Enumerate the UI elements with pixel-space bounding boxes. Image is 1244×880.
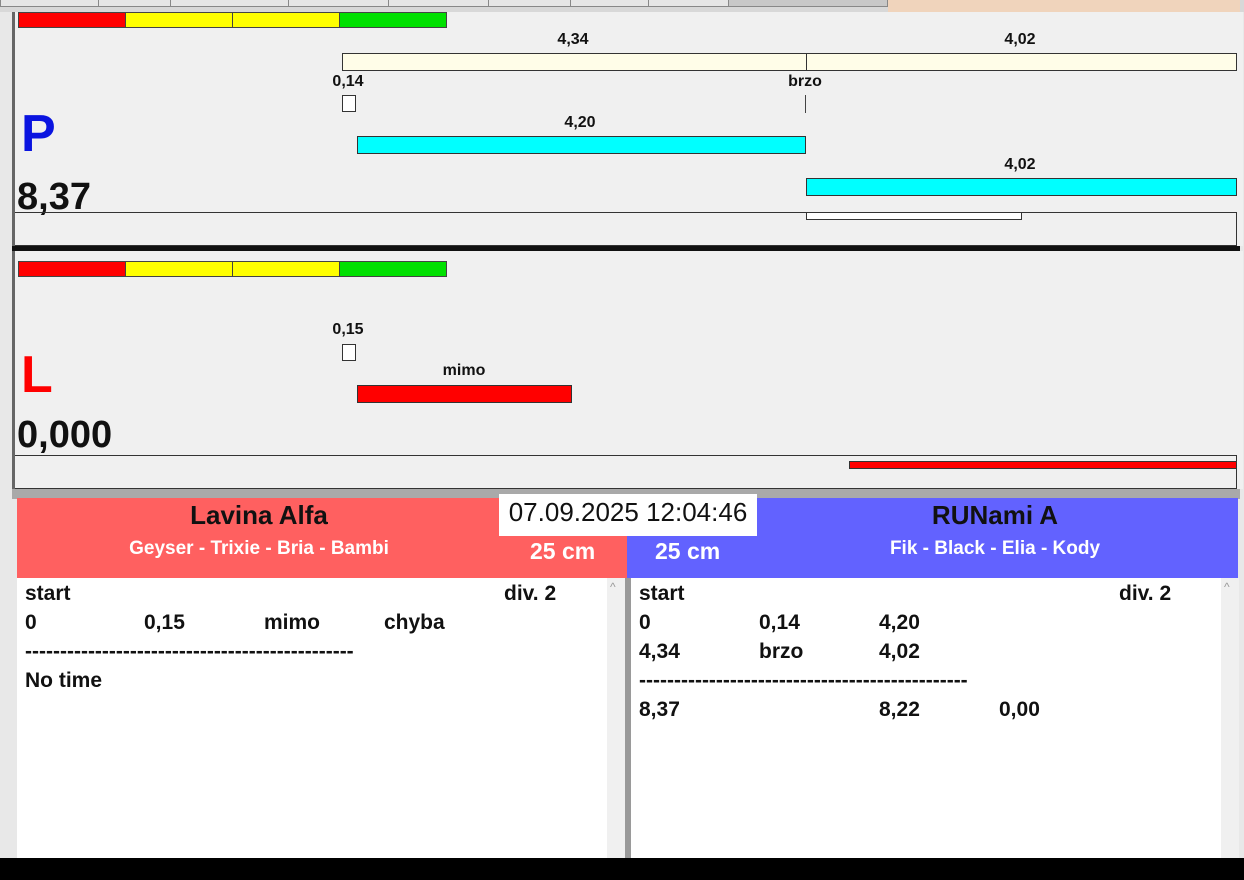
lane-l-track: 0,15 L mimo 0,000 (12, 251, 1243, 489)
team-right-results-panel: start div. 2 0 0,14 4,20 4,34 brzo 4,02 … (631, 578, 1221, 858)
left-row1-col1: 0 (25, 611, 37, 634)
left-start-label: start (25, 582, 71, 605)
lane-p-run-bar-2 (806, 178, 1237, 196)
clock-display: 07.09.2025 12:04:46 (499, 494, 757, 536)
lane-p-progress-fill (806, 212, 1022, 220)
right-total-col3: 8,22 (879, 698, 920, 721)
lane-l-progress-fill (849, 461, 1237, 469)
signal-yellow-light (125, 12, 233, 28)
right-row1-col2: 0,14 (759, 611, 800, 634)
toolbar-tab[interactable] (98, 0, 172, 7)
lane-p-start-marker (342, 95, 356, 112)
toolbar-tab[interactable] (570, 0, 650, 7)
left-row1-col3: mimo (264, 611, 321, 634)
right-row2-col1: 4,34 (639, 640, 680, 663)
team-right-height: 25 cm (655, 538, 721, 564)
team-left-height: 25 cm (530, 538, 596, 564)
toolbar-tab[interactable] (648, 0, 730, 7)
team-left-name: Lavina Alfa (190, 500, 328, 530)
right-row2-col2: brzo (759, 640, 804, 663)
lane-l-letter: L (21, 346, 53, 404)
right-total-col4: 0,00 (999, 698, 1040, 721)
left-division: div. 2 (504, 582, 557, 605)
right-start-label: start (639, 582, 685, 605)
lane-p-split-bar-1 (342, 53, 807, 71)
left-row1-col2: 0,15 (144, 611, 185, 634)
left-separator: ----------------------------------------… (25, 640, 354, 663)
lane-l-total-time: 0,000 (17, 414, 113, 456)
right-panel-scrollbar[interactable]: ^ (1221, 578, 1239, 858)
right-row1-col1: 0 (639, 611, 651, 634)
lane-p-split-right-label: 4,02 (1004, 31, 1036, 48)
signal-red-light (18, 12, 126, 28)
lane-p-total-time: 8,37 (17, 176, 91, 218)
team-right-name: RUNami A (931, 500, 1059, 530)
signal-yellow-light (125, 261, 233, 277)
left-panel-scrollbar[interactable]: ^ (607, 578, 625, 858)
toolbar-tab[interactable] (170, 0, 290, 7)
top-toolbar-strip (0, 0, 1244, 12)
right-total-col1: 8,37 (639, 698, 680, 721)
signal-green-light (339, 12, 447, 28)
lane-p-fast-label: brzo (788, 73, 822, 90)
lane-l-start-marker (342, 344, 356, 361)
signal-yellow-light (232, 261, 340, 277)
toolbar-tab[interactable] (388, 0, 490, 7)
lane-p-track: 4,34 4,02 0,14 brzo P 4,20 4,02 8,37 (12, 12, 1243, 246)
right-row2-col3: 4,02 (879, 640, 920, 663)
toolbar-tab[interactable] (728, 0, 888, 7)
lane-p-run-bar-1 (357, 136, 806, 154)
team-right-dogs: Fik - Black - Elia - Kody (889, 538, 1101, 559)
scroll-up-icon[interactable]: ^ (610, 580, 616, 594)
team-left-dogs: Geyser - Trixie - Bria - Bambi (129, 538, 389, 559)
right-separator: ----------------------------------------… (639, 669, 968, 692)
lane-l-miss-bar (357, 385, 572, 403)
toolbar-tab[interactable] (488, 0, 572, 7)
team-left-results-panel: start div. 2 0 0,15 mimo chyba ---------… (17, 578, 607, 858)
toolbar-tab[interactable] (0, 0, 100, 7)
toolbar-highlight (888, 0, 1240, 12)
lane-p-progress-track (15, 212, 1237, 246)
toolbar-tab[interactable] (288, 0, 390, 7)
left-row1-col4: chyba (384, 611, 445, 634)
lane-p-letter: P (21, 105, 56, 163)
lane-p-split-bar-2 (806, 53, 1237, 71)
lane-p-run-2-label: 4,02 (1004, 156, 1036, 173)
signal-green-light (339, 261, 447, 277)
scroll-up-icon[interactable]: ^ (1224, 580, 1230, 594)
left-result: No time (25, 669, 103, 692)
lane-p-start-label: 0,14 (332, 73, 364, 90)
signal-red-light (18, 261, 126, 277)
lane-l-start-label: 0,15 (332, 321, 364, 338)
lane-p-run-1-label: 4,20 (564, 114, 596, 131)
lane-p-fast-marker (805, 95, 806, 113)
right-division: div. 2 (1119, 582, 1172, 605)
lane-l-miss-label: mimo (442, 362, 486, 379)
signal-yellow-light (232, 12, 340, 28)
right-row1-col3: 4,20 (879, 611, 920, 634)
lane-p-split-left-label: 4,34 (557, 31, 589, 48)
